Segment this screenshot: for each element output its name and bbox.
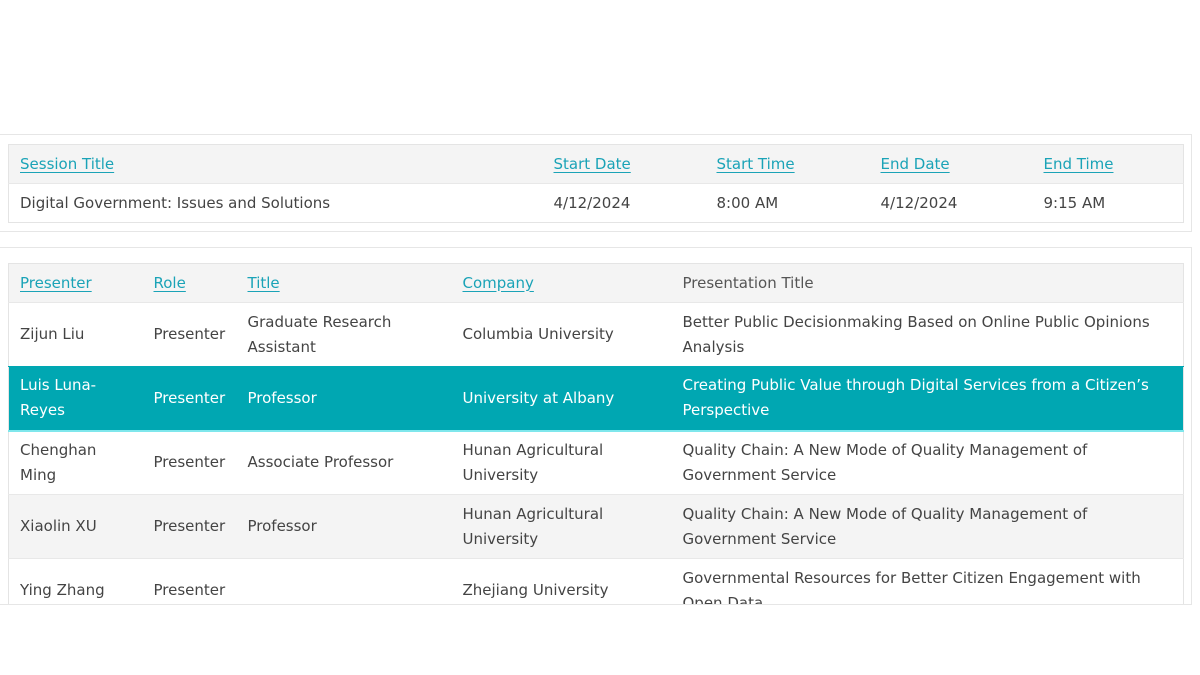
- header-company: Company: [452, 264, 672, 303]
- cell-presenter: Xiaolin XU: [8, 494, 143, 559]
- cell-end-time: 9:15 AM: [1032, 183, 1184, 223]
- cell-role: Presenter: [142, 558, 237, 604]
- cell-role: Presenter: [142, 429, 237, 495]
- header-session-title: Session Title: [9, 145, 543, 184]
- cell-title: Professor: [236, 494, 452, 559]
- presenter-row[interactable]: Xiaolin XU Presenter Professor Hunan Agr…: [8, 494, 1184, 559]
- cell-presentation-title: Quality Chain: A New Mode of Quality Man…: [671, 494, 1184, 559]
- cell-presentation-title: Better Public Decisionmaking Based on On…: [671, 302, 1184, 367]
- sort-presenter-link[interactable]: Presenter: [20, 274, 92, 292]
- header-title: Title: [237, 264, 452, 303]
- session-panel: Session Title Start Date Start Time End …: [0, 134, 1192, 232]
- sort-end-time-link[interactable]: End Time: [1044, 155, 1114, 173]
- cell-end-date: 4/12/2024: [869, 183, 1033, 223]
- presenters-table-header-row: Presenter Role Title Company Presentatio…: [8, 263, 1184, 303]
- session-table: Session Title Start Date Start Time End …: [8, 144, 1184, 223]
- header-end-date: End Date: [870, 145, 1033, 184]
- cell-company: Hunan Agricultural University: [451, 429, 672, 495]
- cell-role: Presenter: [142, 366, 237, 431]
- cell-title: Graduate Research Assistant: [236, 302, 452, 367]
- cell-role: Presenter: [142, 302, 237, 367]
- presenter-row[interactable]: Chenghan Ming Presenter Associate Profes…: [8, 429, 1184, 495]
- cell-company: Zhejiang University: [451, 558, 672, 604]
- cell-presenter: Luis Luna-Reyes: [8, 366, 143, 431]
- presenter-row-selected[interactable]: Luis Luna-Reyes Presenter Professor Univ…: [8, 366, 1184, 431]
- cell-company: University at Albany: [451, 366, 672, 431]
- sort-start-date-link[interactable]: Start Date: [554, 155, 631, 173]
- sort-start-time-link[interactable]: Start Time: [717, 155, 795, 173]
- header-end-time: End Time: [1033, 145, 1184, 184]
- cell-title: Professor: [236, 366, 452, 431]
- sort-company-link[interactable]: Company: [463, 274, 534, 292]
- cell-presentation-title: Quality Chain: A New Mode of Quality Man…: [671, 429, 1184, 495]
- cell-company: Hunan Agricultural University: [451, 494, 672, 559]
- cell-title: [236, 558, 452, 604]
- sort-title-link[interactable]: Title: [248, 274, 280, 292]
- presenter-row[interactable]: Ying Zhang Presenter Zhejiang University…: [8, 558, 1184, 604]
- cell-role: Presenter: [142, 494, 237, 559]
- cell-presenter: Ying Zhang: [8, 558, 143, 604]
- cell-company: Columbia University: [451, 302, 672, 367]
- cell-start-time: 8:00 AM: [705, 183, 870, 223]
- cell-presentation-title: Creating Public Value through Digital Se…: [671, 366, 1184, 431]
- header-start-date: Start Date: [543, 145, 706, 184]
- header-role: Role: [143, 264, 237, 303]
- cell-start-date: 4/12/2024: [542, 183, 706, 223]
- header-presentation-title: Presentation Title: [682, 273, 814, 292]
- presenter-row[interactable]: Zijun Liu Presenter Graduate Research As…: [8, 302, 1184, 367]
- sort-role-link[interactable]: Role: [154, 274, 186, 292]
- cell-presenter: Chenghan Ming: [8, 429, 143, 495]
- cell-presentation-title: Governmental Resources for Better Citize…: [671, 558, 1184, 604]
- presenters-table: Presenter Role Title Company Presentatio…: [8, 263, 1184, 604]
- cell-presenter: Zijun Liu: [8, 302, 143, 367]
- sort-session-title-link[interactable]: Session Title: [20, 155, 114, 173]
- cell-title: Associate Professor: [236, 429, 452, 495]
- header-start-time: Start Time: [706, 145, 870, 184]
- presenters-panel: Presenter Role Title Company Presentatio…: [0, 247, 1192, 605]
- header-presenter: Presenter: [9, 264, 143, 303]
- cell-session-title: Digital Government: Issues and Solutions: [8, 183, 543, 223]
- sort-end-date-link[interactable]: End Date: [881, 155, 950, 173]
- session-table-header-row: Session Title Start Date Start Time End …: [8, 144, 1184, 184]
- session-row[interactable]: Digital Government: Issues and Solutions…: [8, 183, 1184, 223]
